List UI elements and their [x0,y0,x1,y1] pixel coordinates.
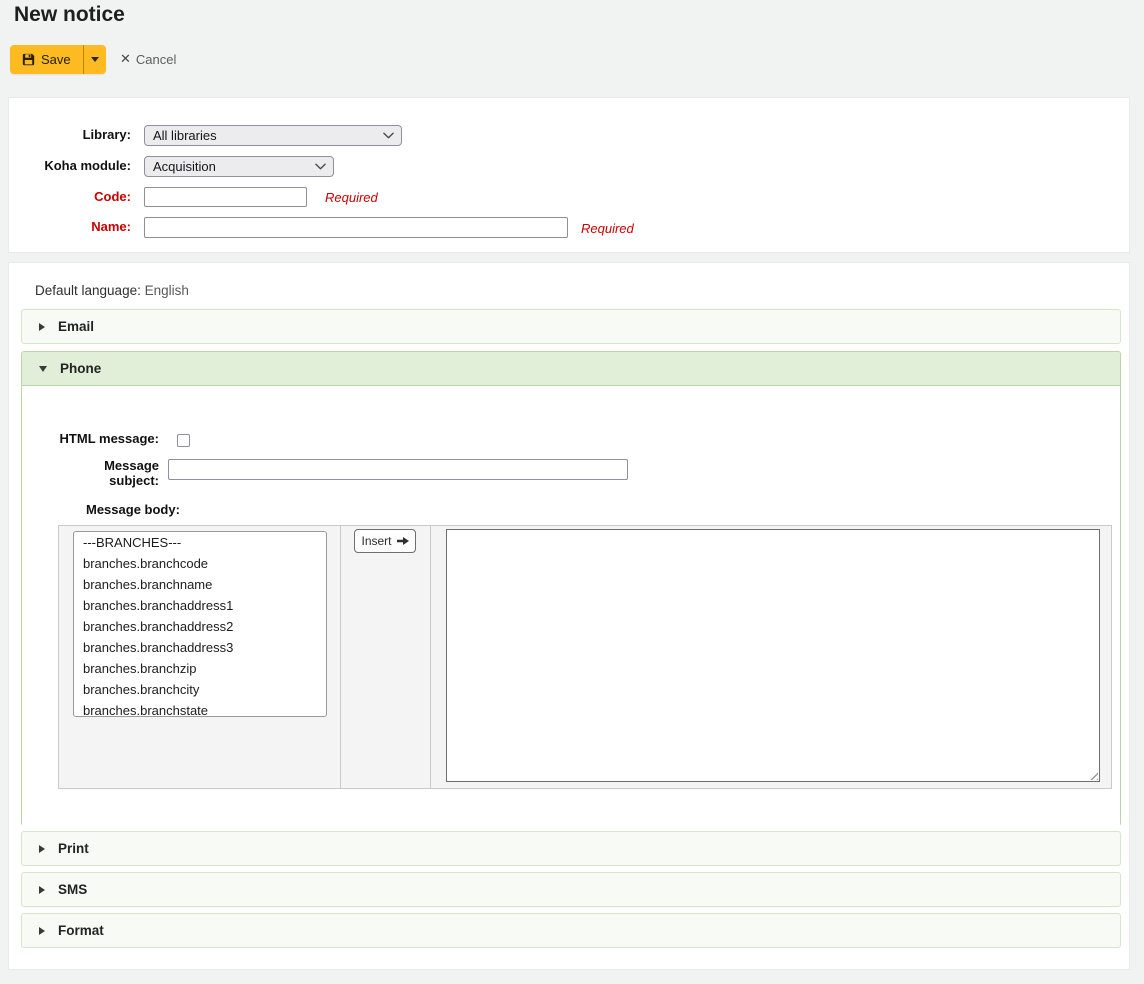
message-subject-label: Message subject: [59,458,159,488]
message-body-editor: ---BRANCHES---branches.branchcodebranche… [58,525,1112,789]
merge-field-option[interactable]: branches.branchaddress2 [74,616,326,637]
chevron-down-icon [315,163,326,170]
code-required-note: Required [325,190,378,205]
code-input[interactable] [144,187,307,207]
code-label: Code: [9,189,131,204]
merge-field-option[interactable]: branches.branchcity [74,679,326,700]
cancel-label: Cancel [136,52,176,67]
insert-button-label: Insert [361,534,391,548]
column-divider [340,526,341,788]
merge-field-option[interactable]: branches.branchname [74,574,326,595]
section-phone-title: Phone [60,361,101,376]
page-title: New notice [14,3,125,27]
default-language-label: Default language: [35,283,141,298]
save-button[interactable]: Save [10,45,83,74]
koha-module-select-value: Acquisition [153,159,216,174]
caret-right-icon [39,886,45,894]
section-sms-header[interactable]: SMS [22,873,1120,906]
default-language-value: English [145,283,189,298]
name-input[interactable] [144,217,568,238]
section-phone-body: HTML message: Message subject: Message b… [22,386,1120,826]
caret-right-icon [39,845,45,853]
x-icon: ✕ [120,51,131,67]
page: New notice Save ✕ Cancel Library: All li… [0,0,1144,984]
section-print: Print [21,831,1121,866]
section-email: Email [21,309,1121,344]
library-select[interactable]: All libraries [144,125,402,146]
html-message-checkbox[interactable] [177,434,190,447]
caret-right-icon [39,927,45,935]
save-dropdown-toggle[interactable] [83,45,106,74]
section-sms-title: SMS [58,882,87,897]
merge-field-option[interactable]: branches.branchstate [74,700,326,717]
merge-field-option[interactable]: ---BRANCHES--- [74,532,326,553]
caret-down-icon [39,366,47,372]
arrow-right-icon [397,536,409,546]
message-body-label: Message body: [86,502,180,517]
caret-right-icon [39,323,45,331]
merge-fields-listbox[interactable]: ---BRANCHES---branches.branchcodebranche… [73,531,327,717]
message-subject-input[interactable] [168,459,628,480]
section-phone-header[interactable]: Phone [22,352,1120,386]
column-divider [430,526,431,788]
save-split-button: Save [10,45,106,74]
library-label: Library: [9,127,131,142]
letters-panel: Default language: English Email Phone HT… [8,262,1130,970]
koha-module-label: Koha module: [9,158,131,173]
name-required-note: Required [581,221,634,236]
section-print-header[interactable]: Print [22,832,1120,865]
section-email-title: Email [58,319,94,334]
section-phone: Phone HTML message: Message subject: Mes… [21,351,1121,826]
message-body-textarea[interactable] [446,529,1100,782]
section-sms: SMS [21,872,1121,907]
section-format-header[interactable]: Format [22,914,1120,947]
section-format: Format [21,913,1121,948]
insert-button[interactable]: Insert [354,529,416,553]
section-format-title: Format [58,923,104,938]
notice-form-panel: Library: All libraries Koha module: Acqu… [8,97,1130,253]
merge-field-option[interactable]: branches.branchaddress3 [74,637,326,658]
floppy-disk-icon [22,53,35,66]
default-language-line: Default language: English [35,283,189,298]
merge-field-option[interactable]: branches.branchzip [74,658,326,679]
caret-down-icon [91,57,99,62]
html-message-label: HTML message: [59,431,159,446]
merge-field-option[interactable]: branches.branchcode [74,553,326,574]
name-label: Name: [9,219,131,234]
library-select-value: All libraries [153,128,217,143]
section-email-header[interactable]: Email [22,310,1120,343]
save-button-label: Save [41,52,71,67]
merge-field-option[interactable]: branches.branchaddress1 [74,595,326,616]
chevron-down-icon [383,132,394,139]
cancel-link[interactable]: ✕ Cancel [120,51,176,67]
section-print-title: Print [58,841,89,856]
koha-module-select[interactable]: Acquisition [144,156,334,177]
